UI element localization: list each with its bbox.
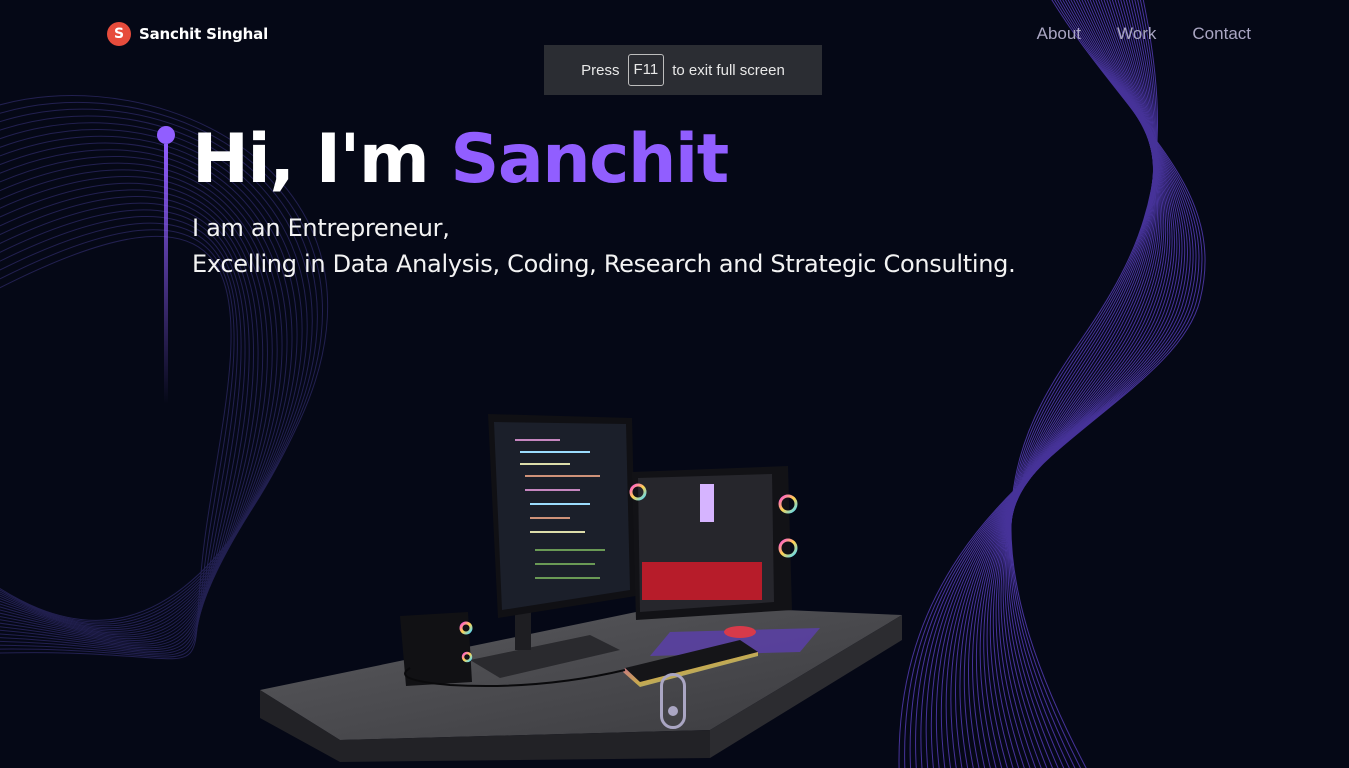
hero-subtitle-line2: Excelling in Data Analysis, Coding, Rese… [192, 250, 1016, 278]
nav-link-work[interactable]: Work [1117, 24, 1156, 44]
desk-top [260, 605, 902, 740]
bg-wave-line-right [1007, 0, 1155, 768]
hero-subtitle: I am an Entrepreneur, Excelling in Data … [192, 210, 1016, 282]
hero-accent-bar [164, 144, 168, 404]
bg-wave-line-left [0, 235, 232, 660]
pc-red-panel [642, 562, 762, 600]
mouse-scroll-icon [668, 706, 678, 716]
s-circle-logo-icon: S [107, 22, 131, 46]
hero-accent-line [157, 126, 175, 404]
f11-key-badge: F11 [627, 54, 665, 86]
bg-wave-line-right [992, 0, 1157, 768]
hero-text: Hi, I'm Sanchit I am an Entrepreneur, Ex… [192, 118, 1016, 282]
scroll-down-indicator[interactable] [660, 673, 686, 729]
gaming-mouse [724, 626, 756, 638]
toast-text-before: Press [581, 61, 620, 79]
brand-logo-link[interactable]: S Sanchit Singhal [107, 22, 268, 46]
nav-link-about[interactable]: About [1037, 24, 1081, 44]
nav-link-contact[interactable]: Contact [1192, 24, 1251, 44]
ram-sticks [700, 484, 714, 522]
fullscreen-exit-toast: Press F11 to exit full screen [544, 45, 822, 95]
hero-name: Sanchit [450, 120, 729, 199]
brand-name: Sanchit Singhal [139, 25, 269, 43]
hero-greeting: Hi, I'm [192, 120, 430, 199]
speaker [400, 612, 472, 686]
computer-desk-3d-model[interactable] [240, 400, 920, 768]
hero-accent-dot [157, 126, 175, 144]
monitor-screen [494, 422, 630, 610]
hero-subtitle-line1: I am an Entrepreneur, [192, 214, 450, 242]
nav-links: About Work Contact [1037, 24, 1251, 44]
bg-wave-line-right [983, 0, 1161, 768]
toast-text-after: to exit full screen [672, 61, 785, 79]
hero-heading: Hi, I'm Sanchit [192, 118, 1015, 202]
